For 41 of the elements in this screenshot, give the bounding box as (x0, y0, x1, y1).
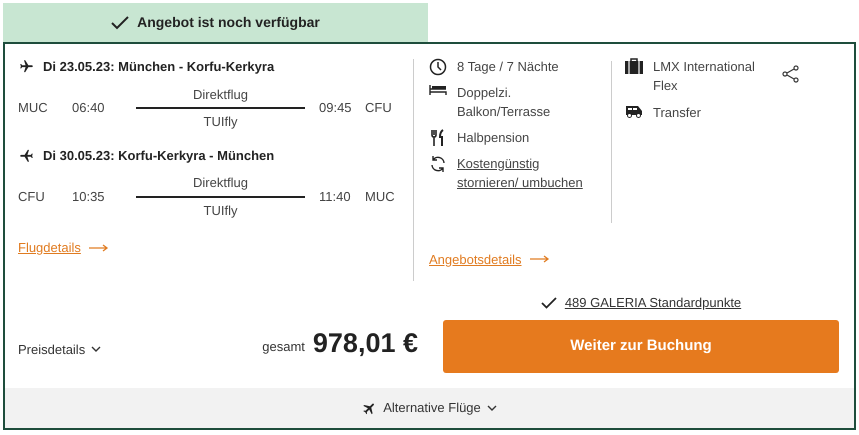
arrival-time: 09:45 (319, 99, 353, 118)
arrow-right-icon (530, 255, 550, 264)
airport-code: MUC (18, 99, 49, 118)
arrow-right-icon (88, 244, 109, 252)
cutlery-icon (431, 129, 445, 147)
arrival-time: 11:40 (319, 188, 352, 206)
airline-name: TUIfly (204, 202, 238, 220)
chevron-down-icon (486, 405, 497, 411)
share-icon[interactable] (782, 65, 800, 83)
airplane-icon (18, 148, 35, 163)
airline-name: TUIfly (204, 113, 238, 131)
points-link[interactable]: 489 GALERIA Standardpunkte (564, 293, 742, 313)
total-price: 978,01 € (312, 330, 418, 357)
airport-code: CFU (18, 188, 46, 206)
chevron-down-icon (91, 346, 102, 352)
bed-icon (429, 84, 447, 96)
feature-text: LMX International Flex (653, 58, 756, 95)
total-label: gesamt (262, 338, 305, 356)
flight-heading: Di 23.05.23: München - Korfu-Kerkyra (43, 58, 274, 76)
departure-time: 10:35 (72, 188, 106, 206)
feature-text: Doppelzi. Balkon/Terrasse (457, 84, 552, 121)
price-details-toggle[interactable]: Preisdetails (18, 340, 102, 359)
airport-code: CFU (365, 99, 393, 118)
clock-icon (429, 58, 447, 76)
airplane-icon (18, 59, 35, 74)
feature-text: Transfer (653, 104, 701, 122)
suitcase-icon (625, 58, 643, 74)
check-icon (111, 16, 130, 30)
flight-type: Direktflug (193, 174, 248, 192)
check-icon (540, 297, 557, 309)
departure-time: 06:40 (72, 99, 106, 118)
feature-text: 8 Tage / 7 Nächte (457, 58, 559, 76)
flight-heading: Di 30.05.23: Korfu-Kerkyra - München (43, 146, 274, 165)
van-icon (625, 104, 643, 118)
alternative-flights-toggle[interactable]: Alternative Flüge (5, 388, 854, 428)
refresh-icon (429, 155, 447, 173)
flight-type: Direktflug (193, 86, 248, 104)
cancellation-link[interactable]: Kostengünstig stornieren/ umbuchen (457, 154, 599, 192)
feature-text: Halbpension (457, 129, 530, 147)
availability-text: Angebot ist noch verfügbar (137, 13, 320, 32)
airport-code: MUC (365, 188, 396, 206)
